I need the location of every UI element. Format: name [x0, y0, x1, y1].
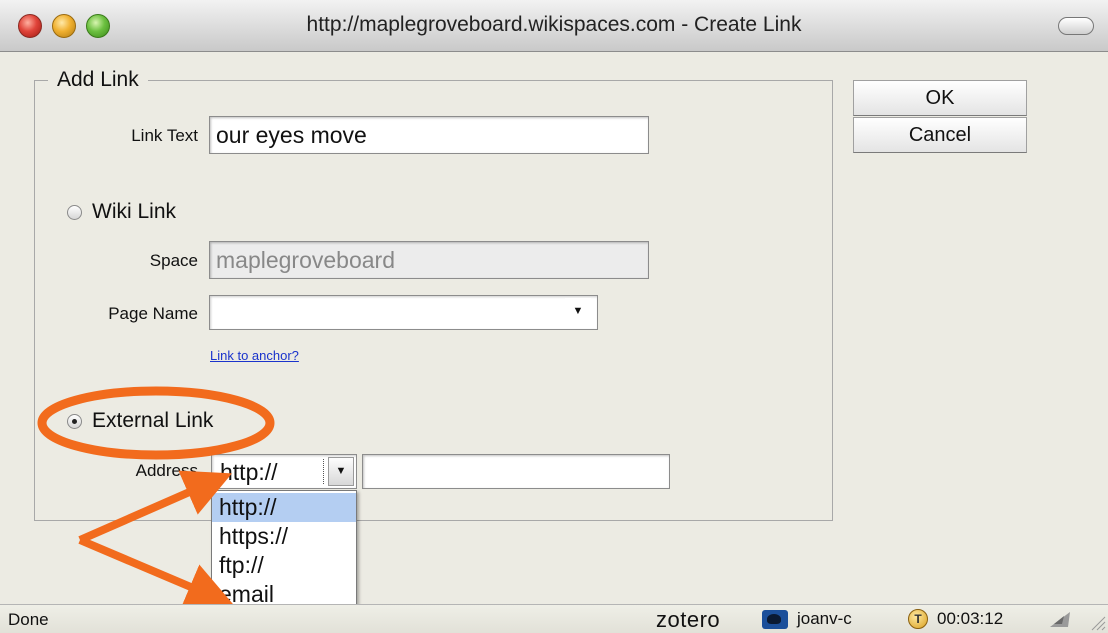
- focus-separator: [323, 459, 324, 484]
- user-name[interactable]: joanv-c: [797, 609, 852, 629]
- cancel-button[interactable]: Cancel: [853, 117, 1027, 153]
- protocol-value: http://: [220, 459, 278, 485]
- external-link-label: External Link: [92, 409, 214, 432]
- page-name-label: Page Name: [108, 304, 198, 323]
- link-text-label: Link Text: [131, 126, 198, 145]
- protocol-option-ftp[interactable]: ftp://: [212, 551, 356, 580]
- link-text-input[interactable]: our eyes move: [209, 116, 649, 154]
- wiki-link-label: Wiki Link: [92, 200, 177, 223]
- address-label: Address: [135, 461, 198, 480]
- feed-icon[interactable]: [1048, 610, 1072, 629]
- space-input[interactable]: maplegroveboard: [209, 241, 649, 279]
- title-bar: http://maplegroveboard.wikispaces.com - …: [0, 0, 1108, 52]
- protocol-option-https[interactable]: https://: [212, 522, 356, 551]
- link-to-anchor-link[interactable]: Link to anchor?: [210, 348, 299, 363]
- chevron-down-icon: ▼: [328, 457, 354, 486]
- window-title: http://maplegroveboard.wikispaces.com - …: [306, 13, 802, 36]
- zotero-button[interactable]: zotero: [656, 607, 720, 633]
- external-link-radio[interactable]: [67, 414, 82, 429]
- ok-button[interactable]: OK: [853, 80, 1027, 116]
- annotation-arrow-email: [78, 536, 235, 609]
- timer-text: 00:03:12: [937, 609, 1004, 628]
- protocol-dropdown-list: http:// https:// ftp:// email: [211, 490, 357, 611]
- timer-icon[interactable]: T: [908, 609, 928, 629]
- add-link-legend: Add Link: [48, 68, 148, 92]
- protocol-select[interactable]: http:// ▼: [211, 454, 357, 489]
- status-bar: Done zotero joanv-c T 00:03:12: [0, 604, 1108, 633]
- chevron-down-icon: ▼: [565, 298, 591, 327]
- user-icon[interactable]: [762, 610, 788, 629]
- status-text: Done: [8, 610, 49, 629]
- address-input[interactable]: [362, 454, 670, 489]
- resize-grip-icon[interactable]: [1088, 613, 1106, 631]
- toolbar-toggle-button[interactable]: [1058, 17, 1094, 35]
- page-name-select[interactable]: ▼: [209, 295, 598, 330]
- space-label: Space: [149, 251, 198, 270]
- wiki-link-radio[interactable]: [67, 205, 82, 220]
- protocol-option-http[interactable]: http://: [212, 493, 356, 522]
